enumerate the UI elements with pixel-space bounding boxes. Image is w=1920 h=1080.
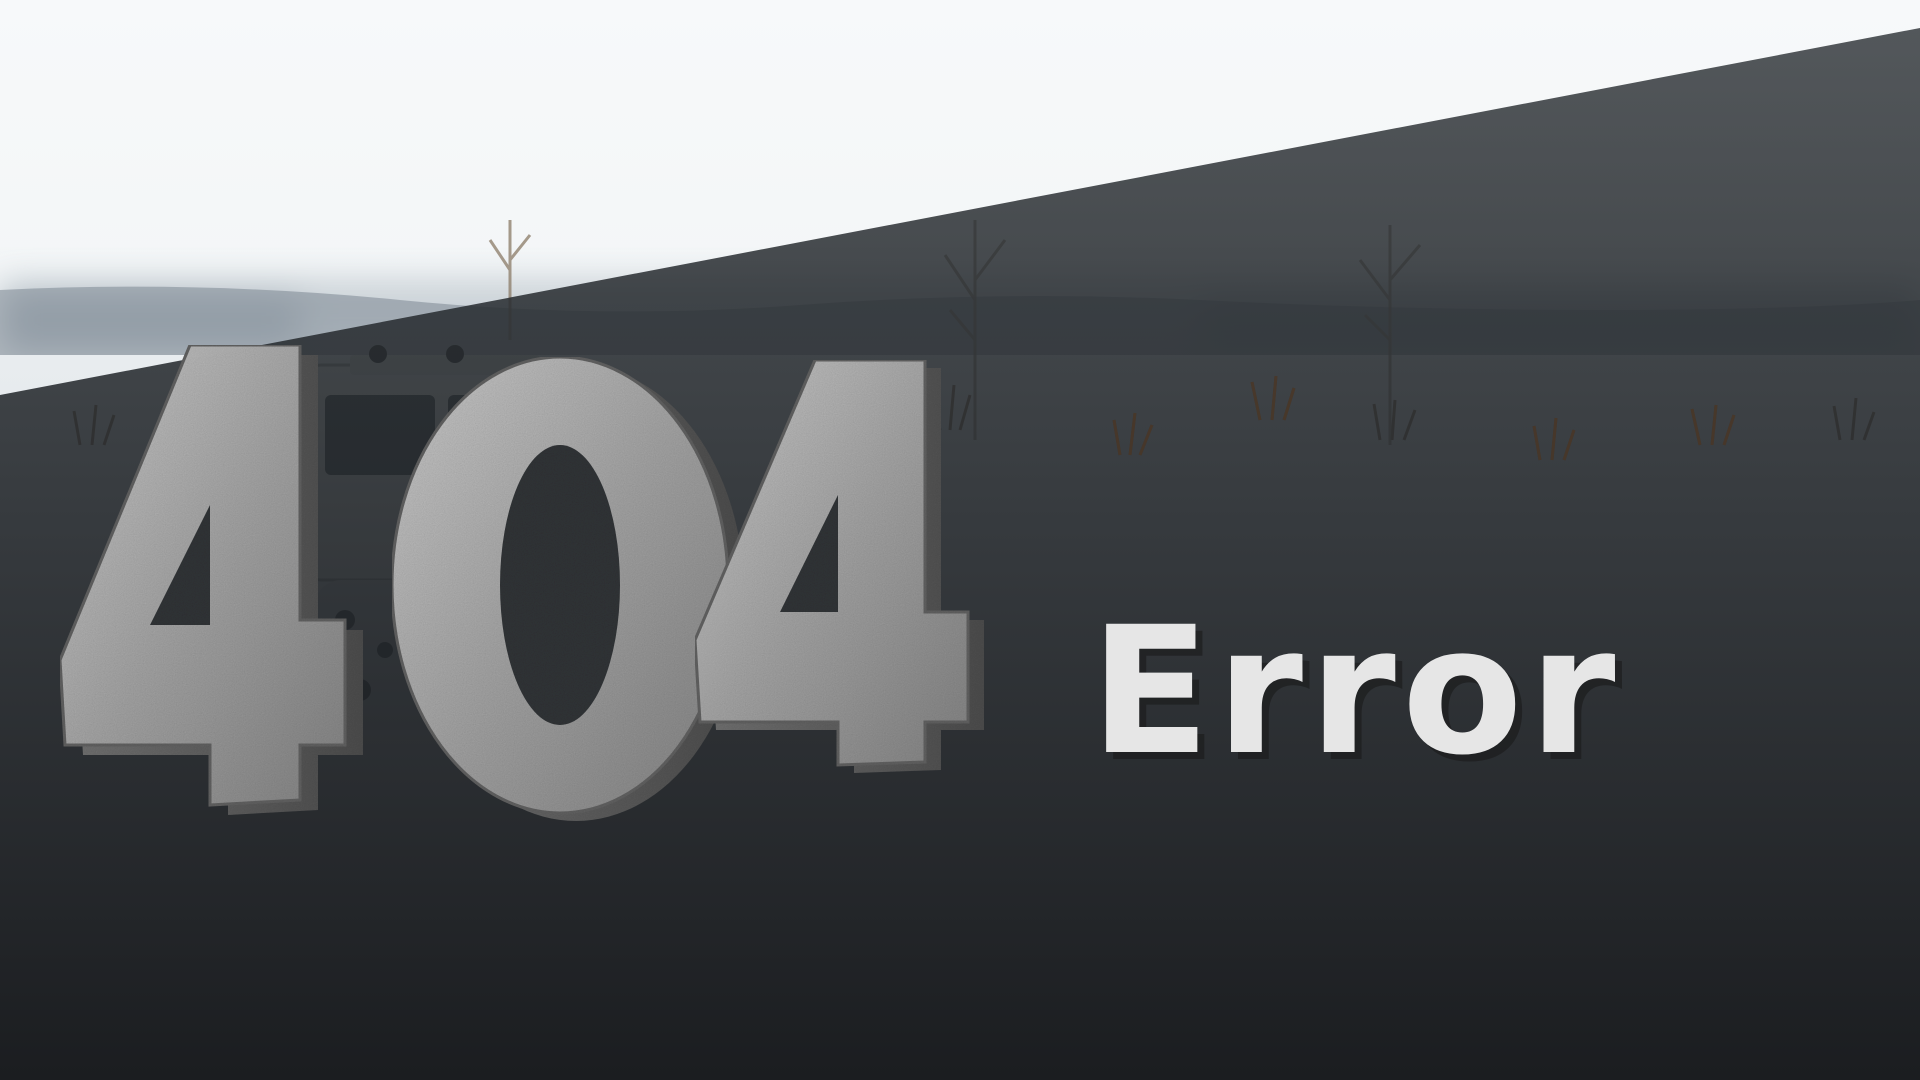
error-heading-text: Error xyxy=(1090,589,1622,794)
error-page: 404 Error Error xyxy=(0,0,1920,1080)
error-heading: Error Error xyxy=(1090,589,1623,801)
